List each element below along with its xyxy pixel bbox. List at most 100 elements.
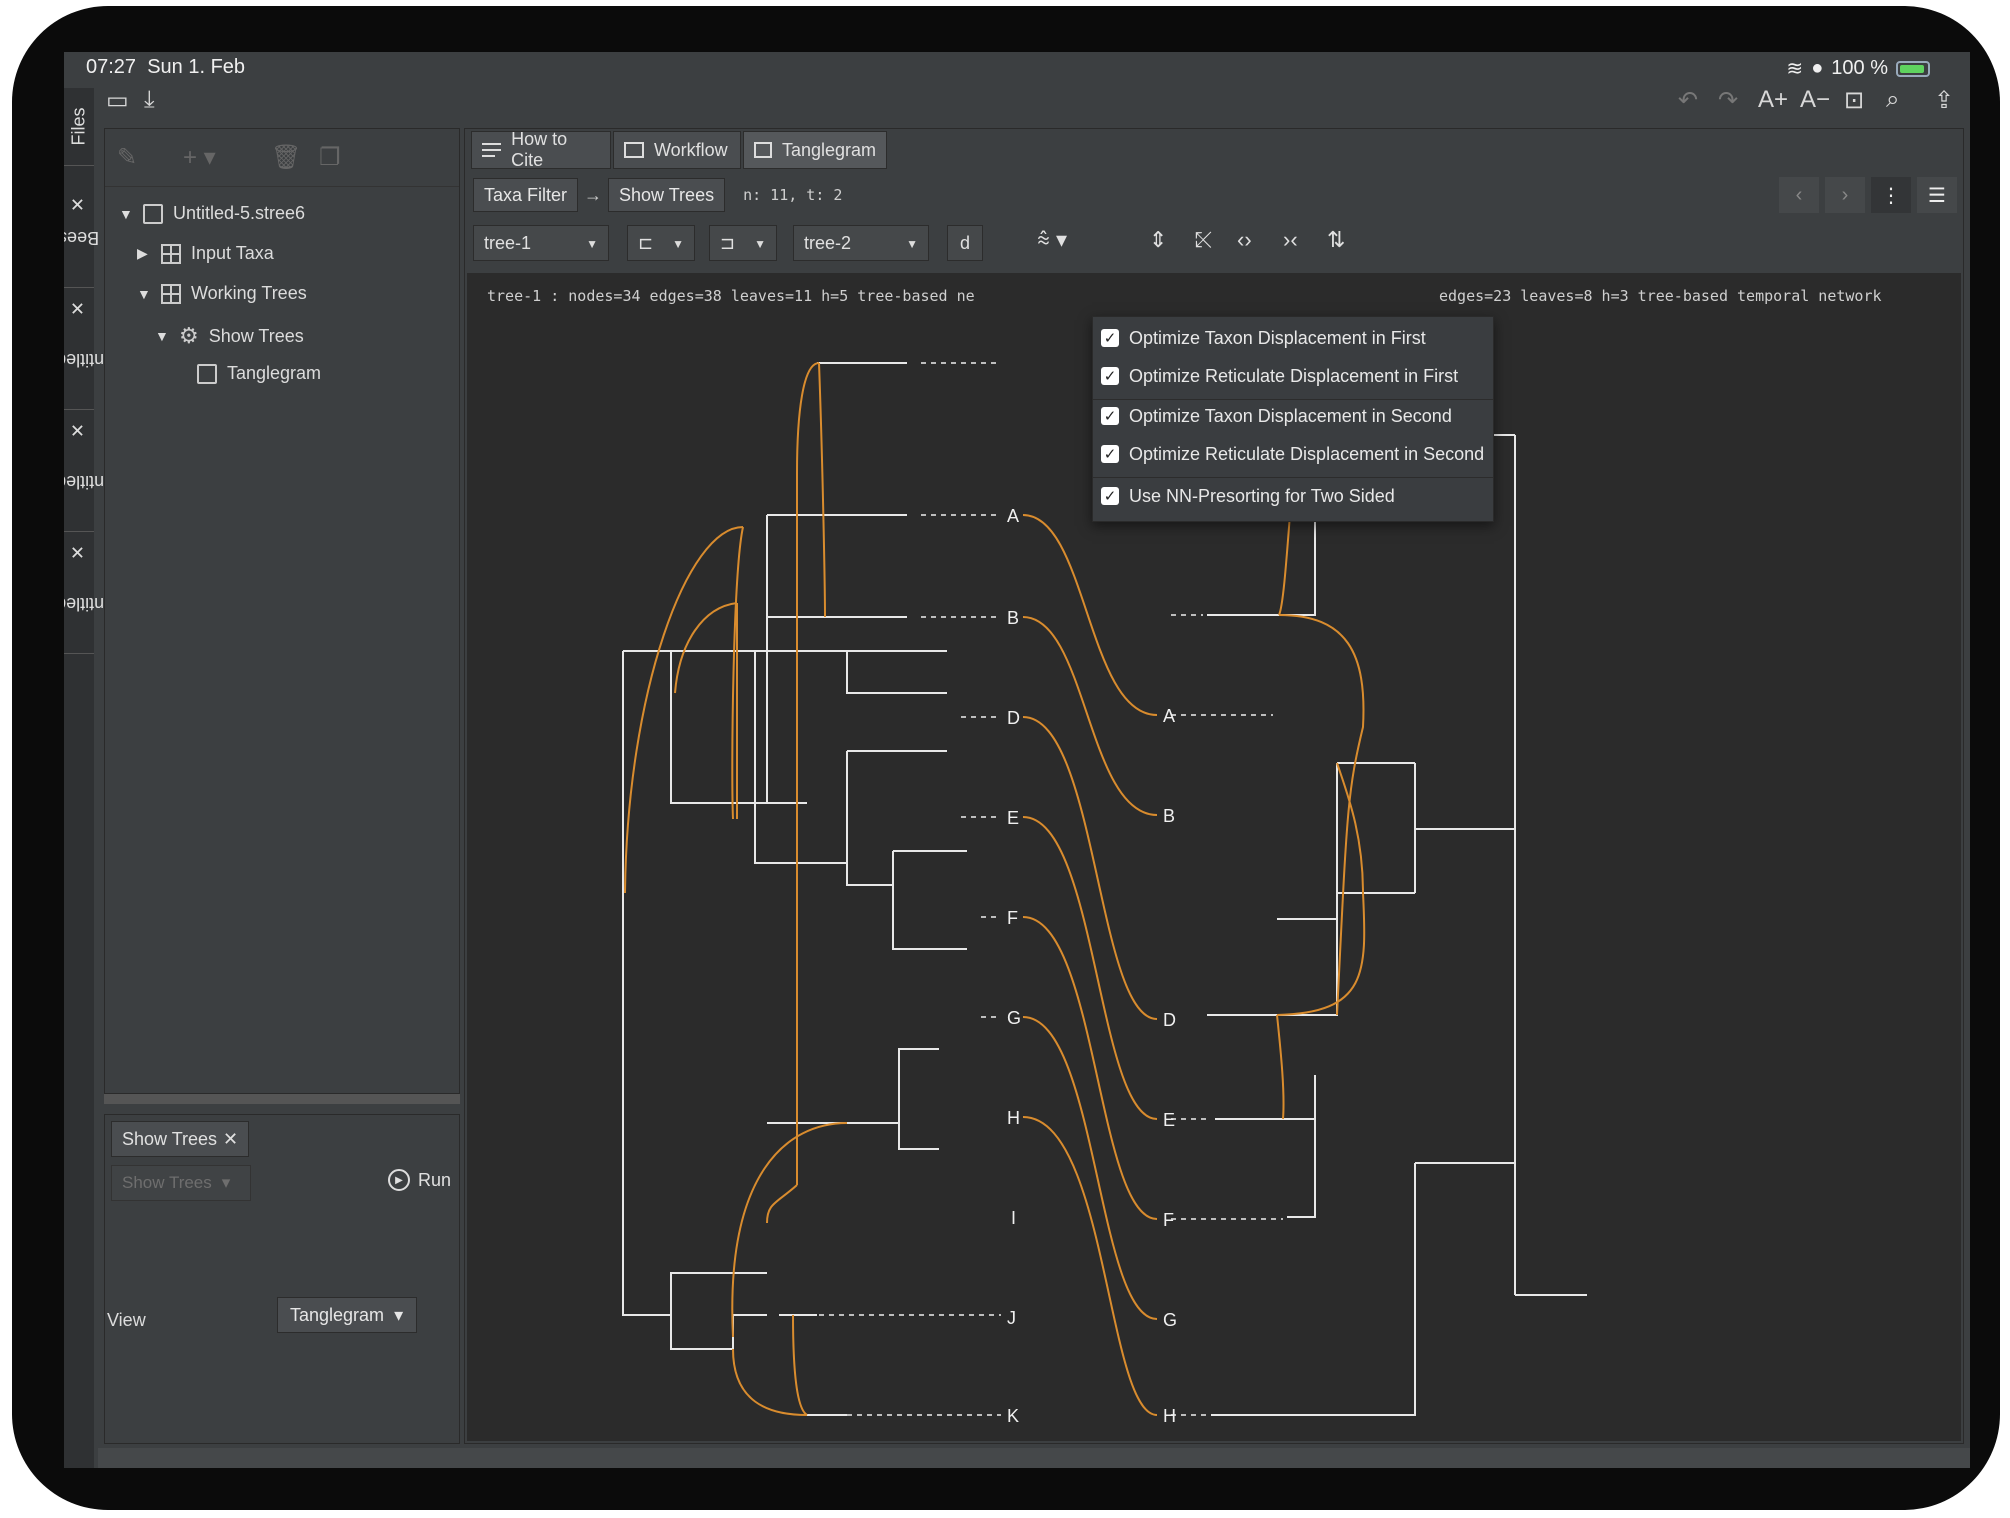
run-button[interactable]: ▶ Run (387, 1169, 451, 1191)
expand-triangle-icon[interactable]: ▼ (155, 328, 169, 344)
tab-workflow[interactable]: Workflow (613, 131, 741, 169)
collapse-triangle-icon[interactable]: ▶ (137, 245, 151, 262)
expand-horizontal-icon[interactable]: ‹› (1237, 227, 1252, 253)
tree1-edges (622, 362, 967, 1350)
checkbox-checked-icon[interactable]: ✓ (1101, 407, 1119, 425)
connection-f (1022, 916, 1158, 1220)
duplicate-icon[interactable]: ❐ (319, 143, 341, 172)
more-options-icon[interactable]: ⋮ (1871, 177, 1911, 213)
checkbox-checked-icon[interactable]: ✓ (1101, 487, 1119, 505)
font-increase-button[interactable]: A+ (1758, 86, 1788, 114)
search-icon[interactable]: ⌕ (1886, 86, 1899, 114)
previous-icon[interactable]: ‹ (1779, 177, 1819, 213)
tree-node-show-trees[interactable]: ▼ ⚙ Show Trees (155, 323, 304, 349)
expand-triangle-icon[interactable]: ▼ (119, 206, 133, 222)
expand-triangle-icon[interactable]: ▼ (137, 286, 151, 302)
tree2-edge-h (1211, 1163, 1416, 1416)
tree-node-working-trees[interactable]: ▼ Working Trees (137, 283, 307, 304)
reticulation-edge (731, 1122, 848, 1338)
edit-icon[interactable]: ✎ (117, 143, 137, 172)
view-tools: ‹ › ⋮ ☰ (1779, 177, 1957, 213)
chevron-down-icon: ▼ (906, 237, 918, 251)
sidebar-toggle-icon[interactable]: ▭ (106, 86, 129, 115)
menu-item-optimize-taxon-second[interactable]: ✓ Optimize Taxon Displacement in Second (1101, 401, 1452, 431)
view-label: View (107, 1310, 146, 1330)
connection-h (1022, 1116, 1158, 1416)
tree1-edge-b (766, 515, 907, 618)
connection-d (1022, 716, 1158, 1020)
tree2-leaf-dashes (1171, 514, 1311, 1416)
next-icon[interactable]: › (1825, 177, 1865, 213)
contract-vertical-icon[interactable]: ⤪ (1195, 227, 1213, 253)
right-leaf-h: H (1163, 1406, 1176, 1426)
panel-splitter[interactable] (104, 1094, 460, 1104)
breadcrumb-show-trees[interactable]: Show Trees (608, 178, 726, 212)
side-tab-files[interactable]: Files (64, 88, 94, 166)
contract-horizontal-icon[interactable]: ›‹ (1283, 227, 1298, 253)
tree1-select[interactable]: tree-1 ▼ (473, 225, 609, 261)
tree1-edge (754, 651, 847, 864)
menu-separator (1093, 399, 1493, 400)
undo-icon[interactable]: ↶ (1678, 86, 1698, 115)
tree-node-input-taxa[interactable]: ▶ Input Taxa (137, 243, 274, 264)
connection-g (1022, 1016, 1158, 1320)
chevron-down-icon: ▾ (221, 1173, 231, 1192)
zoom-fit-icon[interactable]: ⊡ (1844, 86, 1864, 115)
optimize-menu-icon[interactable]: ⩯ ▾ (1037, 227, 1067, 253)
tree1-edge-h (847, 1048, 939, 1124)
reticulation-edge (1276, 762, 1366, 1016)
checkbox-checked-icon[interactable]: ✓ (1101, 445, 1119, 463)
tree-layout-icon: ⊐ (720, 232, 736, 253)
tab-how-to-cite[interactable]: How to Cite (471, 129, 611, 170)
tree1-edge-g (892, 851, 967, 950)
expand-vertical-icon[interactable]: ⇕ (1149, 227, 1167, 253)
tree2-edge-e (1207, 893, 1338, 1016)
side-tab-untitled-5[interactable]: Untitled-5 ✕ (64, 534, 118, 654)
reticulation-edge (766, 1184, 798, 1224)
checkbox-checked-icon[interactable]: ✓ (1101, 329, 1119, 347)
tanglegram-toolbar: tree-1 ▼ ⊏ ▼ ⊐ ▼ tree-2 ▼ d ⩯ ▾ ⇕ ⤪ ‹› ›… (473, 225, 1963, 261)
chevron-down-icon: ▼ (586, 237, 598, 251)
delete-icon[interactable]: 🗑 (271, 143, 301, 172)
tree2-select[interactable]: tree-2 ▼ (793, 225, 929, 261)
workflow-icon (624, 142, 644, 158)
left-leaf-b: B (1007, 608, 1019, 628)
side-tab-untitled-2[interactable]: Untitled-2 ✕ (64, 290, 118, 410)
side-tab-untitled-3[interactable]: Untitled-3 ✕ (64, 412, 118, 532)
app-toolbar: ▭ ⤓ ↶ ↷ A+ A− ⊡ ⌕ ⇪ (98, 82, 1970, 126)
font-decrease-button[interactable]: A− (1800, 86, 1830, 114)
checkbox-checked-icon[interactable]: ✓ (1101, 367, 1119, 385)
reticulation-edge (796, 362, 820, 1185)
tree2-layout-select[interactable]: ⊐ ▼ (709, 225, 777, 261)
tree2-edge-g (1287, 1119, 1316, 1218)
algorithm-select[interactable]: Show Trees ▾ (111, 1165, 251, 1201)
tree1-edge (670, 651, 767, 804)
add-icon[interactable]: + ▾ (183, 143, 216, 172)
settings-sliders-icon[interactable]: ☰ (1917, 177, 1957, 213)
tab-show-trees[interactable]: Show Trees ✕ (111, 1121, 250, 1157)
rotate-icon[interactable]: ⇅ (1327, 227, 1345, 253)
right-leaf-d: D (1163, 1010, 1176, 1030)
side-tab-bees[interactable]: Bees ✕ (64, 168, 100, 288)
menu-item-nn-presorting[interactable]: ✓ Use NN-Presorting for Two Sided (1101, 481, 1395, 511)
left-leaf-i: I (1011, 1208, 1016, 1228)
text-lines-icon (482, 142, 502, 158)
d-button[interactable]: d (947, 225, 983, 261)
tree-node-tanglegram[interactable]: Tanglegram (197, 363, 321, 384)
tab-tanglegram[interactable]: Tanglegram (743, 131, 887, 169)
menu-item-optimize-reticulate-second[interactable]: ✓ Optimize Reticulate Displacement in Se… (1101, 439, 1484, 469)
menu-item-optimize-reticulate-first[interactable]: ✓ Optimize Reticulate Displacement in Fi… (1101, 361, 1458, 391)
tree1-layout-select[interactable]: ⊏ ▼ (627, 225, 695, 261)
download-icon[interactable]: ⤓ (144, 86, 155, 114)
menu-item-optimize-taxon-first[interactable]: ✓ Optimize Taxon Displacement in First (1101, 323, 1426, 353)
battery-label: 100 % (1831, 57, 1888, 79)
left-leaf-k: K (1007, 1406, 1019, 1426)
redo-icon[interactable]: ↷ (1718, 86, 1738, 115)
breadcrumb-taxa-filter[interactable]: Taxa Filter (473, 178, 579, 212)
share-icon[interactable]: ⇪ (1934, 86, 1954, 115)
close-icon[interactable]: ✕ (223, 1129, 238, 1150)
tree-node-file[interactable]: ▼ Untitled-5.stree6 (119, 203, 305, 224)
view-select[interactable]: Tanglegram ▾ (277, 1297, 417, 1333)
right-leaf-f: F (1163, 1210, 1174, 1230)
tree1-edge (767, 650, 947, 694)
